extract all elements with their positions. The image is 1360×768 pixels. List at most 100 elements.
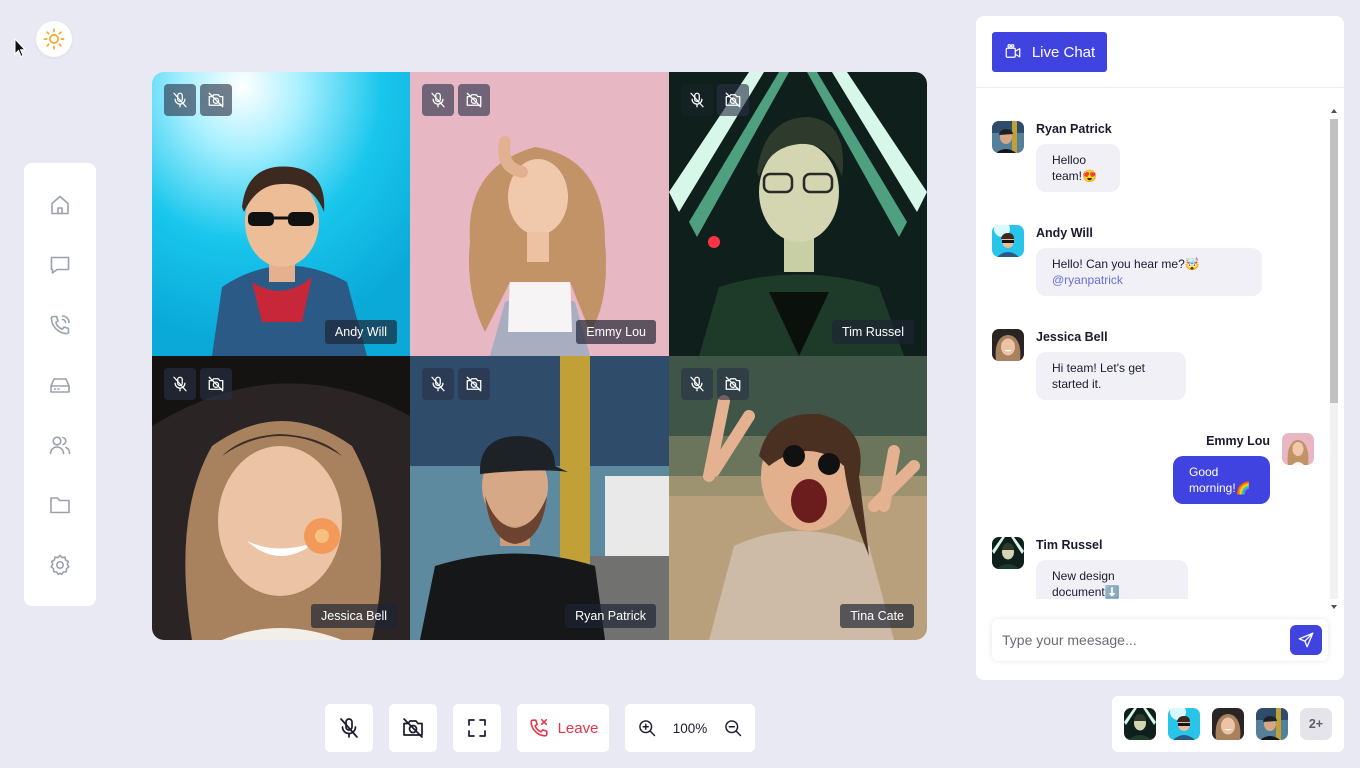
message-author: Andy Will bbox=[1036, 226, 1093, 240]
avatar bbox=[992, 121, 1024, 153]
camera-off-icon bbox=[725, 92, 741, 108]
camera-off-button[interactable] bbox=[200, 368, 232, 400]
fullscreen-button[interactable] bbox=[453, 704, 501, 752]
camera-off-button[interactable] bbox=[717, 84, 749, 116]
message-bubble: New design document⬇️ bbox=[1036, 560, 1188, 599]
more-participants-badge[interactable]: 2+ bbox=[1300, 708, 1332, 740]
home-icon bbox=[51, 195, 69, 214]
theme-toggle-button[interactable] bbox=[36, 21, 72, 57]
message-bubble: Hello! Can you hear me?🤯 @ryanpatrick bbox=[1036, 248, 1262, 296]
camera-off-button[interactable] bbox=[458, 84, 490, 116]
live-chat-button[interactable]: Live Chat bbox=[992, 32, 1107, 72]
message-author: Ryan Patrick bbox=[1036, 122, 1112, 136]
zoom-in-button[interactable] bbox=[637, 718, 657, 738]
mute-mic-button[interactable] bbox=[422, 368, 454, 400]
message-bubble: Hi team! Let's get started it. bbox=[1036, 352, 1186, 400]
chat-message: Jessica Bell Hi team! Let's get started … bbox=[992, 329, 1186, 400]
mouse-cursor-icon bbox=[14, 38, 26, 58]
message-author: Emmy Lou bbox=[1206, 434, 1270, 448]
sidebar-item-messages[interactable] bbox=[40, 245, 80, 284]
sidebar-item-calls[interactable] bbox=[40, 305, 80, 344]
sun-icon bbox=[43, 28, 65, 50]
video-tile[interactable]: Andy Will bbox=[152, 72, 410, 356]
mic-off-icon bbox=[340, 718, 358, 738]
message-bubble: Good morning!🌈 bbox=[1173, 456, 1270, 504]
sidebar-item-inbox[interactable] bbox=[40, 365, 80, 404]
participant-name-tag: Emmy Lou bbox=[576, 320, 656, 344]
folder-icon bbox=[50, 497, 70, 514]
video-grid: Andy Will Emmy Lou Tim Russel Jessica Be… bbox=[152, 72, 927, 640]
message-text: Good morning!🌈 bbox=[1189, 465, 1251, 495]
sidebar-item-home[interactable] bbox=[40, 185, 80, 224]
gear-icon bbox=[50, 555, 70, 576]
camera-off-icon bbox=[466, 376, 482, 392]
camera-off-button[interactable] bbox=[200, 84, 232, 116]
message-author: Tim Russel bbox=[1036, 538, 1103, 552]
scroll-thumb[interactable] bbox=[1330, 119, 1338, 403]
message-bubble: Helloo team!😍 bbox=[1036, 144, 1120, 192]
leave-label: Leave bbox=[557, 719, 599, 737]
mute-mic-button[interactable] bbox=[681, 368, 713, 400]
toggle-camera-button[interactable] bbox=[389, 704, 437, 752]
camera-off-button[interactable] bbox=[458, 368, 490, 400]
camera-off-icon bbox=[403, 718, 423, 738]
video-tile[interactable]: Tim Russel bbox=[669, 72, 927, 356]
message-input[interactable] bbox=[1002, 632, 1290, 648]
phone-call-icon bbox=[50, 315, 70, 335]
zoom-level: 100% bbox=[672, 720, 708, 736]
sidebar-item-users[interactable] bbox=[40, 426, 80, 465]
phone-hangup-icon bbox=[529, 718, 548, 737]
participant-name-tag: Tina Cate bbox=[840, 604, 914, 628]
camera-off-icon bbox=[725, 376, 741, 392]
mute-mic-button[interactable] bbox=[164, 368, 196, 400]
camera-off-icon bbox=[208, 92, 224, 108]
video-tile[interactable]: Ryan Patrick bbox=[410, 356, 669, 640]
chat-message: Ryan Patrick Helloo team!😍 bbox=[992, 121, 1120, 192]
video-camera-icon bbox=[1005, 44, 1021, 58]
message-author: Jessica Bell bbox=[1036, 330, 1108, 344]
video-tile[interactable]: Emmy Lou bbox=[410, 72, 669, 356]
users-icon bbox=[49, 436, 71, 455]
video-tile[interactable]: Jessica Bell bbox=[152, 356, 410, 640]
scroll-up-icon[interactable] bbox=[1330, 107, 1338, 115]
send-icon bbox=[1298, 632, 1314, 648]
mute-mic-button[interactable] bbox=[422, 84, 454, 116]
chat-scrollbar[interactable] bbox=[1328, 105, 1338, 613]
message-list: Ryan Patrick Helloo team!😍 Andy Will Hel… bbox=[976, 89, 1330, 599]
message-text: Hello! Can you hear me?🤯 bbox=[1052, 257, 1200, 271]
sidebar-item-settings[interactable] bbox=[40, 546, 80, 585]
chat-bubble-icon bbox=[50, 256, 70, 274]
send-button[interactable] bbox=[1290, 625, 1322, 655]
mention-link[interactable]: @ryanpatrick bbox=[1052, 273, 1123, 287]
zoom-out-button[interactable] bbox=[723, 718, 743, 738]
scroll-down-icon[interactable] bbox=[1330, 603, 1338, 611]
toggle-mic-button[interactable] bbox=[325, 704, 373, 752]
camera-off-icon bbox=[466, 92, 482, 108]
participant-avatar[interactable] bbox=[1256, 708, 1288, 740]
avatar bbox=[1282, 433, 1314, 465]
mic-off-icon bbox=[690, 376, 704, 392]
sidebar-item-files[interactable] bbox=[40, 486, 80, 525]
participant-name-tag: Ryan Patrick bbox=[565, 604, 656, 628]
chat-panel: Live Chat Ryan Patrick Helloo team!😍 And… bbox=[976, 16, 1344, 680]
mic-off-icon bbox=[173, 92, 187, 108]
zoom-in-icon bbox=[639, 720, 656, 737]
sidebar bbox=[24, 163, 96, 606]
fullscreen-icon bbox=[468, 719, 486, 737]
participant-avatar[interactable] bbox=[1212, 708, 1244, 740]
video-tile[interactable]: Tina Cate bbox=[669, 356, 927, 640]
participant-avatar[interactable] bbox=[1124, 708, 1156, 740]
mute-mic-button[interactable] bbox=[164, 84, 196, 116]
participant-avatar[interactable] bbox=[1168, 708, 1200, 740]
chat-message-own: Emmy Lou Good morning!🌈 bbox=[1173, 433, 1314, 504]
avatar bbox=[992, 537, 1024, 569]
avatar bbox=[992, 225, 1024, 257]
mute-mic-button[interactable] bbox=[681, 84, 713, 116]
mic-off-icon bbox=[431, 92, 445, 108]
camera-off-button[interactable] bbox=[717, 368, 749, 400]
leave-call-button[interactable]: Leave bbox=[517, 704, 609, 752]
avatar bbox=[992, 329, 1024, 361]
inbox-tray-icon bbox=[50, 378, 70, 393]
mic-off-icon bbox=[431, 376, 445, 392]
chat-message: Tim Russel New design document⬇️ bbox=[992, 537, 1188, 599]
